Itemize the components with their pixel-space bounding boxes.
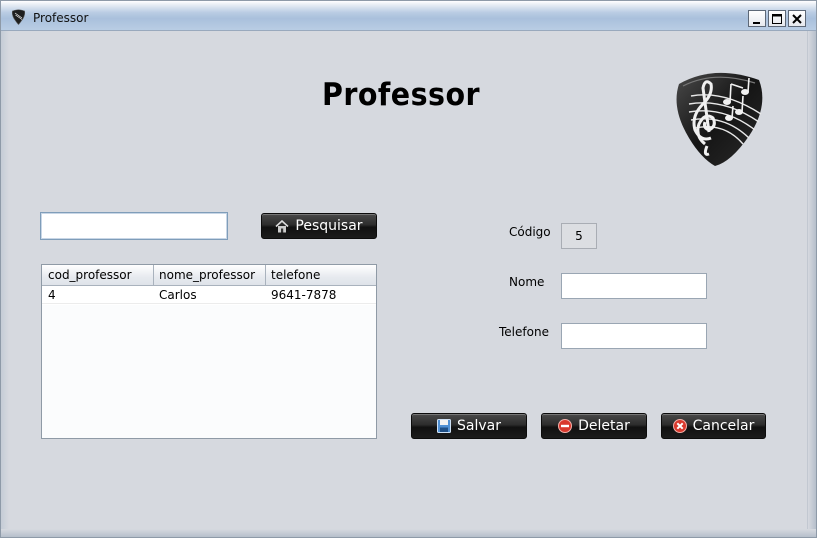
column-header-cod-professor[interactable]: cod_professor: [48, 268, 132, 282]
search-input[interactable]: [40, 212, 228, 240]
save-button-label: Salvar: [457, 418, 501, 434]
cancel-button[interactable]: Cancelar: [661, 413, 766, 439]
window-title: Professor: [33, 11, 89, 25]
column-header-nome-professor[interactable]: nome_professor: [159, 268, 255, 282]
window-frame-right: [807, 31, 816, 537]
codigo-field: 5: [561, 223, 597, 249]
save-button[interactable]: Salvar: [411, 413, 527, 439]
telefone-field[interactable]: [561, 323, 707, 349]
table-cell: 9641-7878: [271, 288, 337, 302]
minus-circle-icon: [558, 419, 573, 433]
close-button[interactable]: [788, 10, 806, 27]
search-button[interactable]: Pesquisar: [261, 213, 377, 239]
close-icon: [792, 13, 802, 24]
nome-field[interactable]: [561, 273, 707, 299]
table-cell: 4: [48, 288, 56, 302]
window-frame-bottom: [1, 529, 816, 537]
guitar-pick-music-icon: [676, 72, 763, 166]
telefone-label: Telefone: [499, 325, 549, 339]
column-divider[interactable]: [153, 265, 154, 286]
search-button-label: Pesquisar: [295, 218, 363, 234]
professor-window: Professor Professor Pesquisar cod_profes…: [0, 0, 817, 538]
delete-button[interactable]: Deletar: [541, 413, 647, 439]
codigo-value: 5: [575, 229, 583, 243]
professor-table[interactable]: cod_professor nome_professor telefone 4 …: [41, 264, 377, 439]
column-divider[interactable]: [265, 265, 266, 286]
table-cell: Carlos: [159, 288, 197, 302]
guitar-pick-icon: [11, 9, 26, 25]
codigo-label: Código: [509, 225, 551, 239]
x-circle-icon: [672, 419, 687, 433]
minimize-icon: [753, 21, 760, 24]
column-header-telefone[interactable]: telefone: [271, 268, 320, 282]
table-header: cod_professor nome_professor telefone: [42, 265, 376, 286]
window-frame-left: [1, 31, 9, 537]
page-title: Professor: [321, 77, 481, 113]
floppy-disk-icon: [437, 419, 451, 433]
table-row[interactable]: 4 Carlos 9641-7878: [42, 286, 376, 304]
minimize-button[interactable]: [748, 10, 766, 27]
title-bar[interactable]: Professor: [1, 1, 816, 31]
delete-button-label: Deletar: [578, 418, 630, 434]
maximize-icon: [772, 13, 782, 24]
table-empty-area: [42, 305, 376, 438]
house-icon: [275, 219, 289, 232]
maximize-button[interactable]: [768, 10, 786, 27]
nome-label: Nome: [509, 275, 545, 289]
cancel-button-label: Cancelar: [692, 418, 755, 434]
